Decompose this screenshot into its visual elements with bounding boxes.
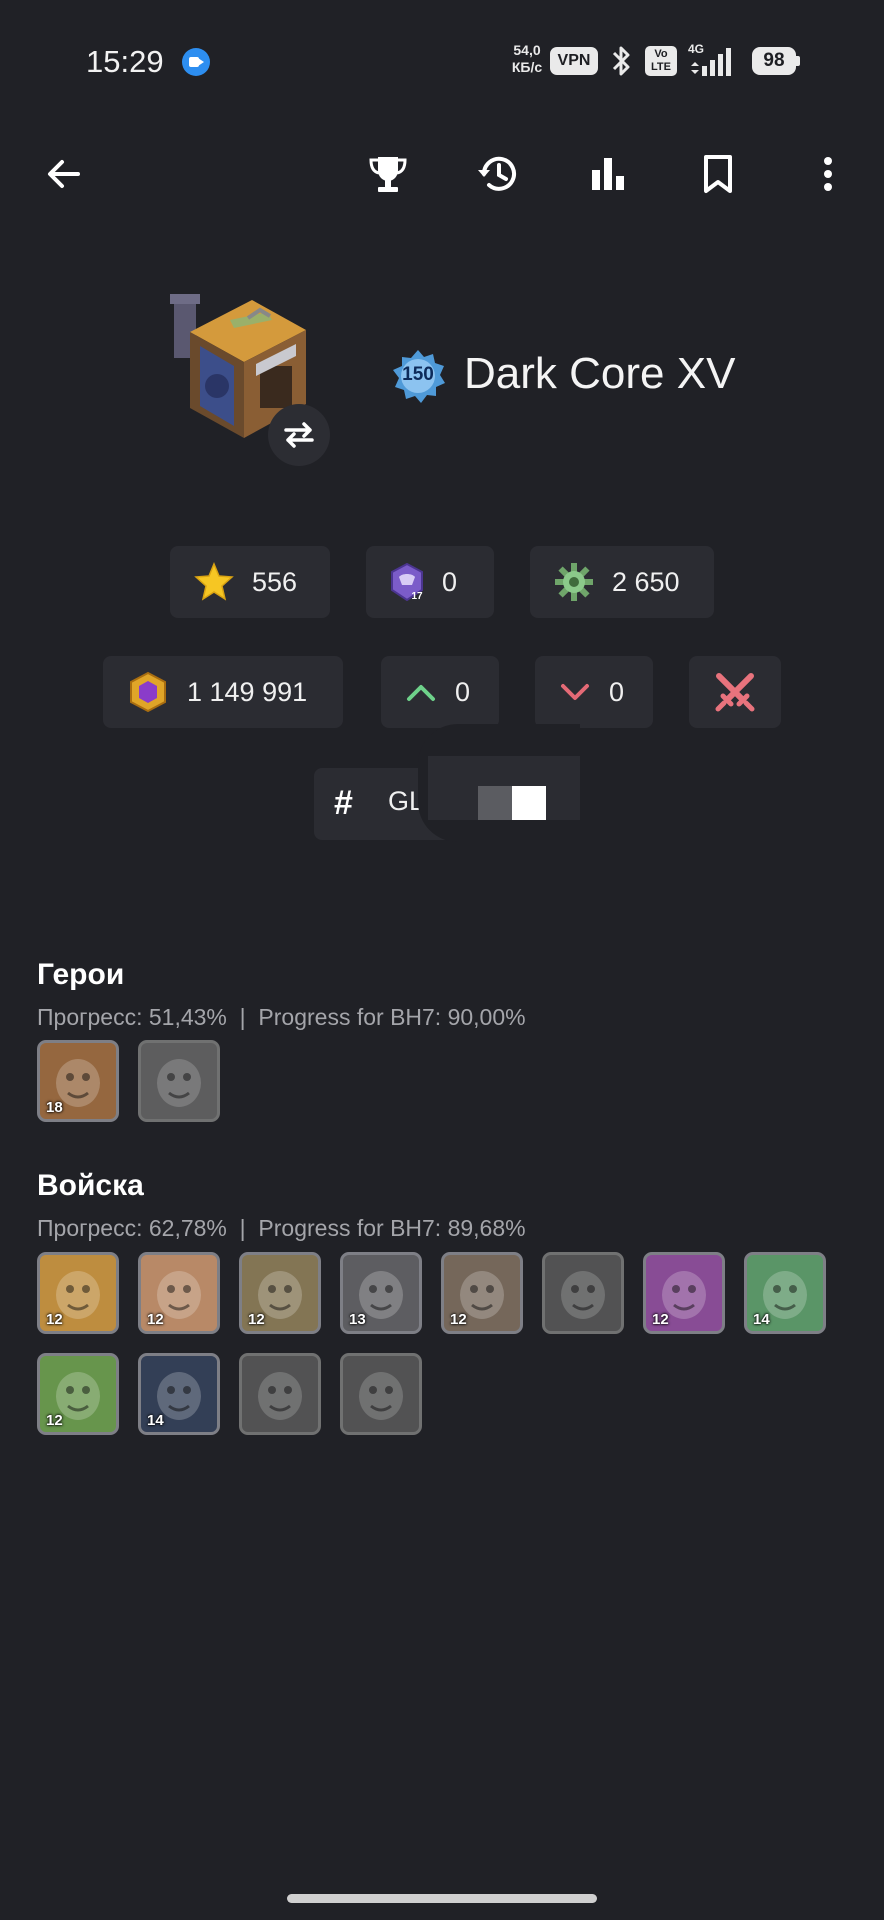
unit-tile-super-pekka[interactable] — [340, 1353, 422, 1435]
unit-tile-beta-minion[interactable] — [542, 1252, 624, 1334]
unit-tile-drop-ship[interactable] — [239, 1353, 321, 1435]
super-pekka-icon — [343, 1356, 419, 1432]
unit-tile-battle-copter[interactable] — [138, 1040, 220, 1122]
redaction-white-square — [512, 786, 546, 820]
unit-tile-boxer-giant[interactable]: 12 — [239, 1252, 321, 1334]
up-value: 0 — [455, 676, 471, 707]
vpn-badge: VPN — [550, 47, 598, 75]
unit-tile-bomber[interactable]: 12 — [441, 1252, 523, 1334]
bar-chart-icon — [592, 158, 624, 190]
drop-ship-icon — [242, 1356, 318, 1432]
trophies-button[interactable] — [358, 144, 418, 204]
unit-level: 13 — [349, 1311, 366, 1328]
unit-level: 12 — [450, 1311, 467, 1328]
back-button[interactable] — [34, 144, 94, 204]
unit-tile-cannon-cart[interactable]: 13 — [340, 1252, 422, 1334]
unit-level: 12 — [248, 1311, 265, 1328]
unit-level: 12 — [652, 1311, 669, 1328]
down-value: 0 — [609, 676, 625, 707]
bookmark-icon — [704, 155, 732, 193]
unit-level: 12 — [147, 1311, 164, 1328]
player-name: Dark Core XV — [464, 349, 736, 398]
switch-village-button[interactable] — [268, 404, 330, 466]
heroes-progress: Прогресс: 51,43% | Progress for BH7: 90,… — [37, 1004, 526, 1030]
network-speed: 54,0 КБ/с — [508, 42, 546, 76]
unit-level: 14 — [753, 1311, 770, 1328]
more-options-button[interactable] — [798, 144, 858, 204]
trophy-icon — [369, 157, 407, 192]
unit-level: 14 — [147, 1412, 164, 1429]
volte-badge: Vo LTE — [645, 46, 677, 76]
unit-tile-sneaky-archer[interactable]: 12 — [138, 1252, 220, 1334]
home-indicator[interactable] — [287, 1894, 597, 1903]
league-value: 0 — [442, 566, 458, 597]
unit-tile-baby-dragon[interactable]: 14 — [744, 1252, 826, 1334]
network-speed-unit: КБ/с — [511, 59, 543, 75]
hash-icon: # — [334, 784, 353, 822]
screen-record-icon — [182, 48, 210, 76]
volte-bottom: LTE — [651, 61, 671, 73]
unit-tile-raged-barbarian[interactable]: 12 — [37, 1252, 119, 1334]
league-chip[interactable]: 17 0 — [366, 546, 494, 618]
unit-level: 12 — [46, 1412, 63, 1429]
history-button[interactable] — [468, 144, 528, 204]
crossed-swords-icon — [715, 673, 755, 712]
defense-losses-chip[interactable]: 0 — [535, 656, 653, 728]
builder-elixir-icon — [130, 671, 166, 713]
troops-progress: Прогресс: 62,78% | Progress for BH7: 89,… — [37, 1215, 526, 1241]
experience-level-value: 150 — [402, 364, 434, 385]
stats-button[interactable] — [578, 144, 638, 204]
heroes-title: Герои — [37, 958, 125, 991]
gear-value: 2 650 — [612, 566, 680, 597]
signal-strength-icon — [691, 48, 731, 76]
elixir-chip[interactable]: 1 149 991 — [103, 656, 343, 728]
star-icon — [194, 562, 234, 601]
arrow-left-icon — [48, 160, 80, 188]
elixir-value: 1 149 991 — [187, 676, 308, 707]
stars-value: 556 — [252, 566, 298, 597]
unit-level: 12 — [46, 1311, 63, 1328]
volte-top: Vo — [654, 48, 668, 60]
redaction-grey-square — [478, 786, 512, 820]
unit-level: 18 — [46, 1099, 63, 1116]
chevron-down-icon — [561, 684, 589, 700]
league-badge-number: 17 — [411, 591, 423, 601]
network-speed-value: 54,0 — [513, 42, 541, 58]
history-icon — [478, 156, 516, 191]
gear-icon — [555, 563, 593, 601]
bluetooth-icon — [612, 46, 630, 76]
status-time: 15:29 — [86, 44, 164, 79]
battery-indicator: 98 — [752, 47, 796, 75]
clan-capital-chip[interactable]: 2 650 — [530, 546, 714, 618]
unit-tile-archer[interactable]: 12 — [643, 1252, 725, 1334]
chevron-up-icon — [407, 685, 435, 701]
bookmark-button[interactable] — [688, 144, 748, 204]
swap-icon — [284, 422, 314, 448]
troops-title: Войска — [37, 1169, 144, 1202]
unit-tile-battle-machine[interactable]: 18 — [37, 1040, 119, 1122]
war-chip[interactable] — [689, 656, 781, 728]
attack-wins-chip[interactable]: 0 — [381, 656, 499, 728]
unit-tile-night-witch[interactable]: 14 — [138, 1353, 220, 1435]
league-badge-icon: 17 — [391, 563, 423, 601]
battle-copter-icon — [141, 1043, 217, 1119]
unit-tile-hog-glider[interactable]: 12 — [37, 1353, 119, 1435]
builder-trophies-chip[interactable]: 556 — [170, 546, 330, 618]
beta-minion-icon — [545, 1255, 621, 1331]
more-vert-icon — [824, 157, 832, 191]
battery-tip — [796, 56, 800, 66]
